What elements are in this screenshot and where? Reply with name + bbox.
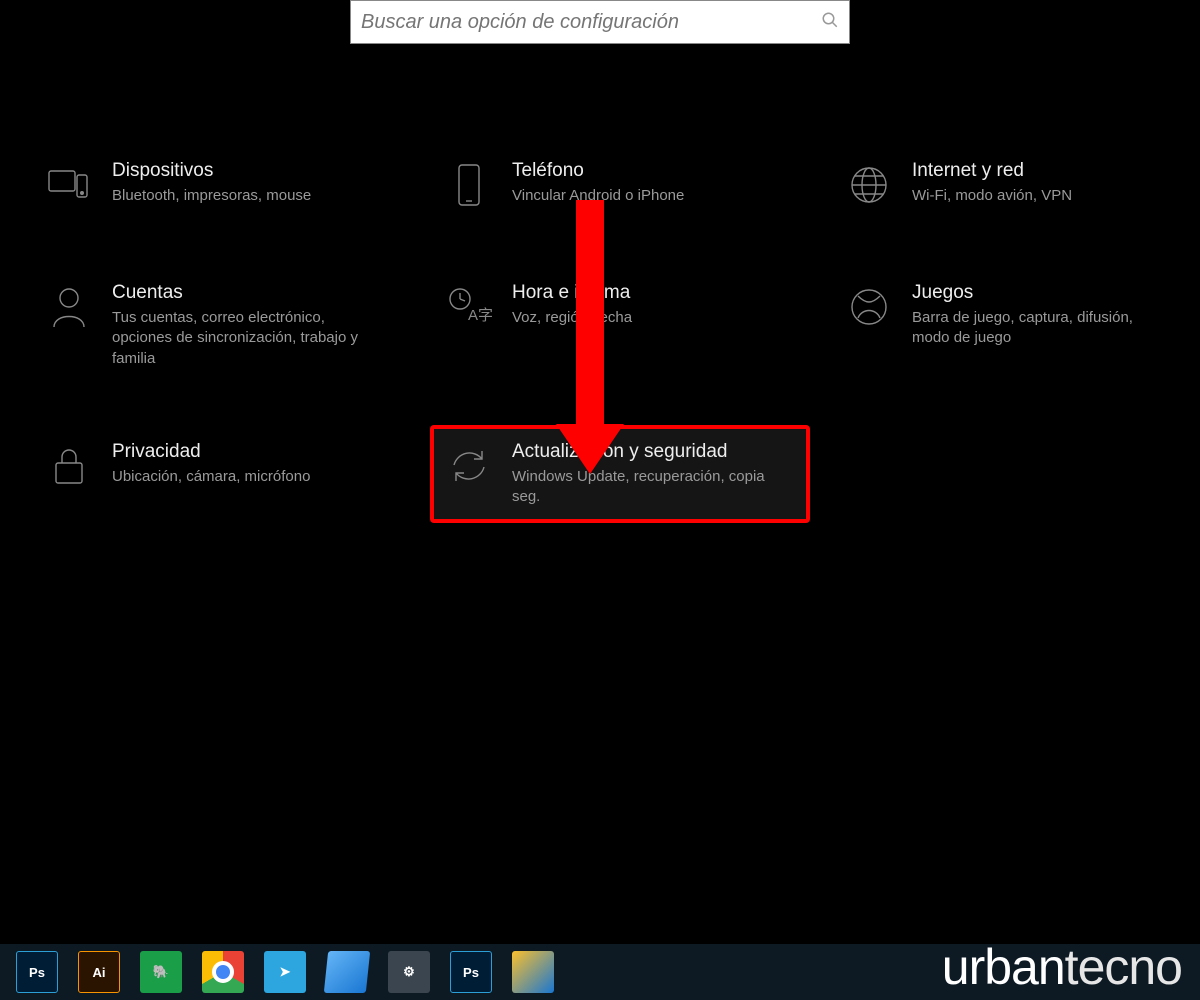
search-bar-container bbox=[0, 0, 1200, 44]
tile-subtitle: Vincular Android o iPhone bbox=[512, 186, 684, 206]
tile-title: Cuentas bbox=[112, 282, 372, 304]
tile-title: Internet y red bbox=[912, 160, 1072, 182]
settings-search[interactable] bbox=[350, 0, 850, 44]
tile-time-language[interactable]: A字 Hora e idioma Voz, región, fecha bbox=[430, 266, 810, 385]
svg-text:A字: A字 bbox=[468, 307, 492, 324]
tile-privacy[interactable]: Privacidad Ubicación, cámara, micrófono bbox=[30, 425, 410, 524]
tile-subtitle: Ubicación, cámara, micrófono bbox=[112, 467, 310, 487]
globe-icon bbox=[844, 160, 894, 210]
search-icon bbox=[821, 11, 839, 34]
phone-icon bbox=[444, 160, 494, 210]
sync-icon bbox=[444, 441, 494, 491]
tile-subtitle: Wi-Fi, modo avión, VPN bbox=[912, 186, 1072, 206]
taskbar-evernote-icon[interactable]: 🐘 bbox=[140, 951, 182, 993]
tile-title: Teléfono bbox=[512, 160, 684, 182]
tile-network[interactable]: Internet y red Wi-Fi, modo avión, VPN bbox=[830, 144, 1200, 226]
taskbar-outlook-icon[interactable] bbox=[512, 951, 554, 993]
person-icon bbox=[44, 282, 94, 332]
tile-phone[interactable]: Teléfono Vincular Android o iPhone bbox=[430, 144, 810, 226]
watermark-a: urban bbox=[942, 939, 1065, 995]
tile-subtitle: Barra de juego, captura, difusión, modo … bbox=[912, 308, 1172, 349]
taskbar-photoshop2-icon[interactable]: Ps bbox=[450, 951, 492, 993]
tile-title: Privacidad bbox=[112, 441, 310, 463]
taskbar-photoshop-icon[interactable]: Ps bbox=[16, 951, 58, 993]
taskbar-notepad-icon[interactable] bbox=[324, 951, 370, 993]
watermark-b: tecno bbox=[1065, 939, 1182, 995]
taskbar-illustrator-icon[interactable]: Ai bbox=[78, 951, 120, 993]
time-language-icon: A字 bbox=[444, 282, 494, 332]
tile-accounts[interactable]: Cuentas Tus cuentas, correo electrónico,… bbox=[30, 266, 410, 385]
tile-title: Juegos bbox=[912, 282, 1172, 304]
tile-title: Actualización y seguridad bbox=[512, 441, 772, 463]
devices-icon bbox=[44, 160, 94, 210]
taskbar-telegram-icon[interactable]: ➤ bbox=[264, 951, 306, 993]
lock-icon bbox=[44, 441, 94, 491]
watermark: urbantecno bbox=[942, 938, 1182, 996]
settings-grid: Dispositivos Bluetooth, impresoras, mous… bbox=[0, 144, 1200, 523]
tile-gaming[interactable]: Juegos Barra de juego, captura, difusión… bbox=[830, 266, 1200, 385]
tile-subtitle: Bluetooth, impresoras, mouse bbox=[112, 186, 311, 206]
tile-subtitle: Voz, región, fecha bbox=[512, 308, 632, 328]
tile-title: Dispositivos bbox=[112, 160, 311, 182]
tile-update-security[interactable]: Actualización y seguridad Windows Update… bbox=[430, 425, 810, 524]
search-input[interactable] bbox=[361, 11, 821, 34]
xbox-icon bbox=[844, 282, 894, 332]
tile-subtitle: Windows Update, recuperación, copia seg. bbox=[512, 467, 772, 508]
taskbar-chrome-icon[interactable] bbox=[202, 951, 244, 993]
tile-devices[interactable]: Dispositivos Bluetooth, impresoras, mous… bbox=[30, 144, 410, 226]
tile-title: Hora e idioma bbox=[512, 282, 632, 304]
taskbar-settings-icon[interactable]: ⚙ bbox=[388, 951, 430, 993]
tile-subtitle: Tus cuentas, correo electrónico, opcione… bbox=[112, 308, 372, 369]
